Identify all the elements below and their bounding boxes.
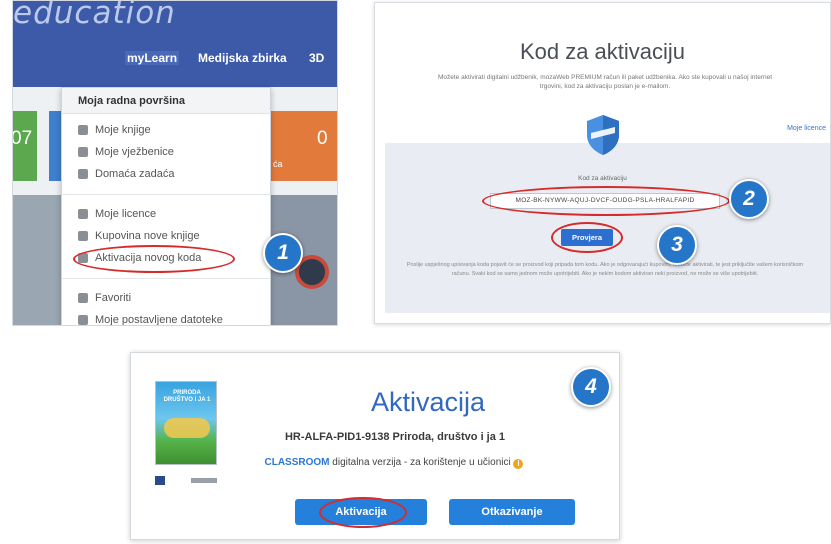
activation-confirm-panel: PRIRODA DRUŠTVO I JA 1 Aktivacija HR-ALF… bbox=[130, 352, 620, 540]
my-licences-link[interactable]: Moje licence bbox=[787, 125, 826, 132]
page-title: Kod za aktivaciju bbox=[519, 39, 686, 64]
cart-icon bbox=[78, 231, 88, 241]
edition-highlight: CLASSROOM bbox=[264, 457, 330, 468]
menu-item-favorites[interactable]: Favoriti bbox=[78, 292, 131, 304]
people-icon bbox=[78, 147, 88, 157]
stat-tile-value: 0 bbox=[317, 128, 328, 149]
activation-code-panel: Kod za aktivaciju Možete aktivirati digi… bbox=[374, 2, 831, 324]
mylearn-menu-panel: education myLearn Medijska zbirka 3D 07 … bbox=[12, 0, 338, 326]
brand-logo-text: education bbox=[13, 0, 176, 31]
menu-item-my-uploaded-files[interactable]: Moje postavljene datoteke bbox=[78, 314, 223, 325]
menu-item-my-books[interactable]: Moje knjige bbox=[78, 124, 151, 136]
stat-tile-caption: ća bbox=[273, 159, 283, 169]
activation-note: Poslije uspješnog upisivanja koda pojavi… bbox=[406, 262, 804, 277]
person-icon bbox=[78, 125, 88, 135]
menu-item-buy-new-book[interactable]: Kupovina nove knjige bbox=[78, 230, 200, 242]
cancel-button[interactable]: Otkazivanje bbox=[449, 499, 575, 525]
step-badge-1: 1 bbox=[263, 233, 303, 273]
shield-icon bbox=[587, 115, 619, 155]
highlight-oval bbox=[73, 245, 235, 273]
graduation-icon bbox=[78, 169, 88, 179]
step-badge-2: 2 bbox=[729, 179, 769, 219]
edition-line: CLASSROOM digitalna verzija - za korište… bbox=[131, 457, 619, 469]
stat-tile-value: 07 bbox=[12, 128, 33, 149]
menu-divider bbox=[62, 194, 270, 195]
menu-divider bbox=[62, 278, 270, 279]
book-cover-title: PRIRODA DRUŠTVO I JA 1 bbox=[163, 390, 211, 403]
book-cover-image: PRIRODA DRUŠTVO I JA 1 bbox=[155, 381, 217, 465]
nav-3d[interactable]: 3D bbox=[309, 51, 324, 65]
highlight-oval bbox=[482, 186, 730, 216]
publisher-logo bbox=[155, 475, 165, 485]
stat-tile-green[interactable]: 07 bbox=[13, 111, 37, 181]
publisher-logo bbox=[191, 477, 217, 483]
highlight-oval bbox=[319, 497, 407, 528]
menu-item-homework[interactable]: Domaća zadaća bbox=[78, 168, 175, 180]
shield-icon bbox=[78, 209, 88, 219]
code-field-label: Kod za aktivaciju bbox=[578, 175, 627, 182]
nav-media-collection[interactable]: Medijska zbirka bbox=[198, 51, 287, 65]
step-badge-4: 4 bbox=[571, 367, 611, 407]
mylearn-dropdown-menu: Moja radna površina Moje knjige Moje vje… bbox=[61, 87, 271, 325]
top-navigation-bar: education myLearn Medijska zbirka 3D bbox=[13, 1, 337, 87]
nav-mylearn[interactable]: myLearn bbox=[125, 51, 180, 65]
menu-item-my-licences[interactable]: Moje licence bbox=[78, 208, 156, 220]
upload-icon bbox=[78, 315, 88, 325]
stat-tile-orange[interactable]: 0 ća bbox=[271, 111, 337, 181]
menu-item-my-workbooks[interactable]: Moje vježbenice bbox=[78, 146, 174, 158]
page-description: Možete aktivirati digitalni udžbenik, mo… bbox=[437, 74, 773, 90]
activation-heading: Aktivacija bbox=[371, 387, 486, 417]
background-illustration bbox=[13, 195, 61, 325]
dropdown-header: Moja radna površina bbox=[62, 88, 270, 114]
step-badge-3: 3 bbox=[657, 225, 697, 265]
info-icon[interactable]: i bbox=[513, 459, 524, 469]
highlight-oval bbox=[551, 222, 623, 253]
publisher-logos bbox=[155, 473, 217, 487]
star-icon bbox=[78, 293, 88, 303]
edition-text: digitalna verzija - za korištenje u učio… bbox=[332, 457, 511, 468]
product-title: HR-ALFA-PID1-9138 Priroda, društvo i ja … bbox=[284, 431, 506, 443]
